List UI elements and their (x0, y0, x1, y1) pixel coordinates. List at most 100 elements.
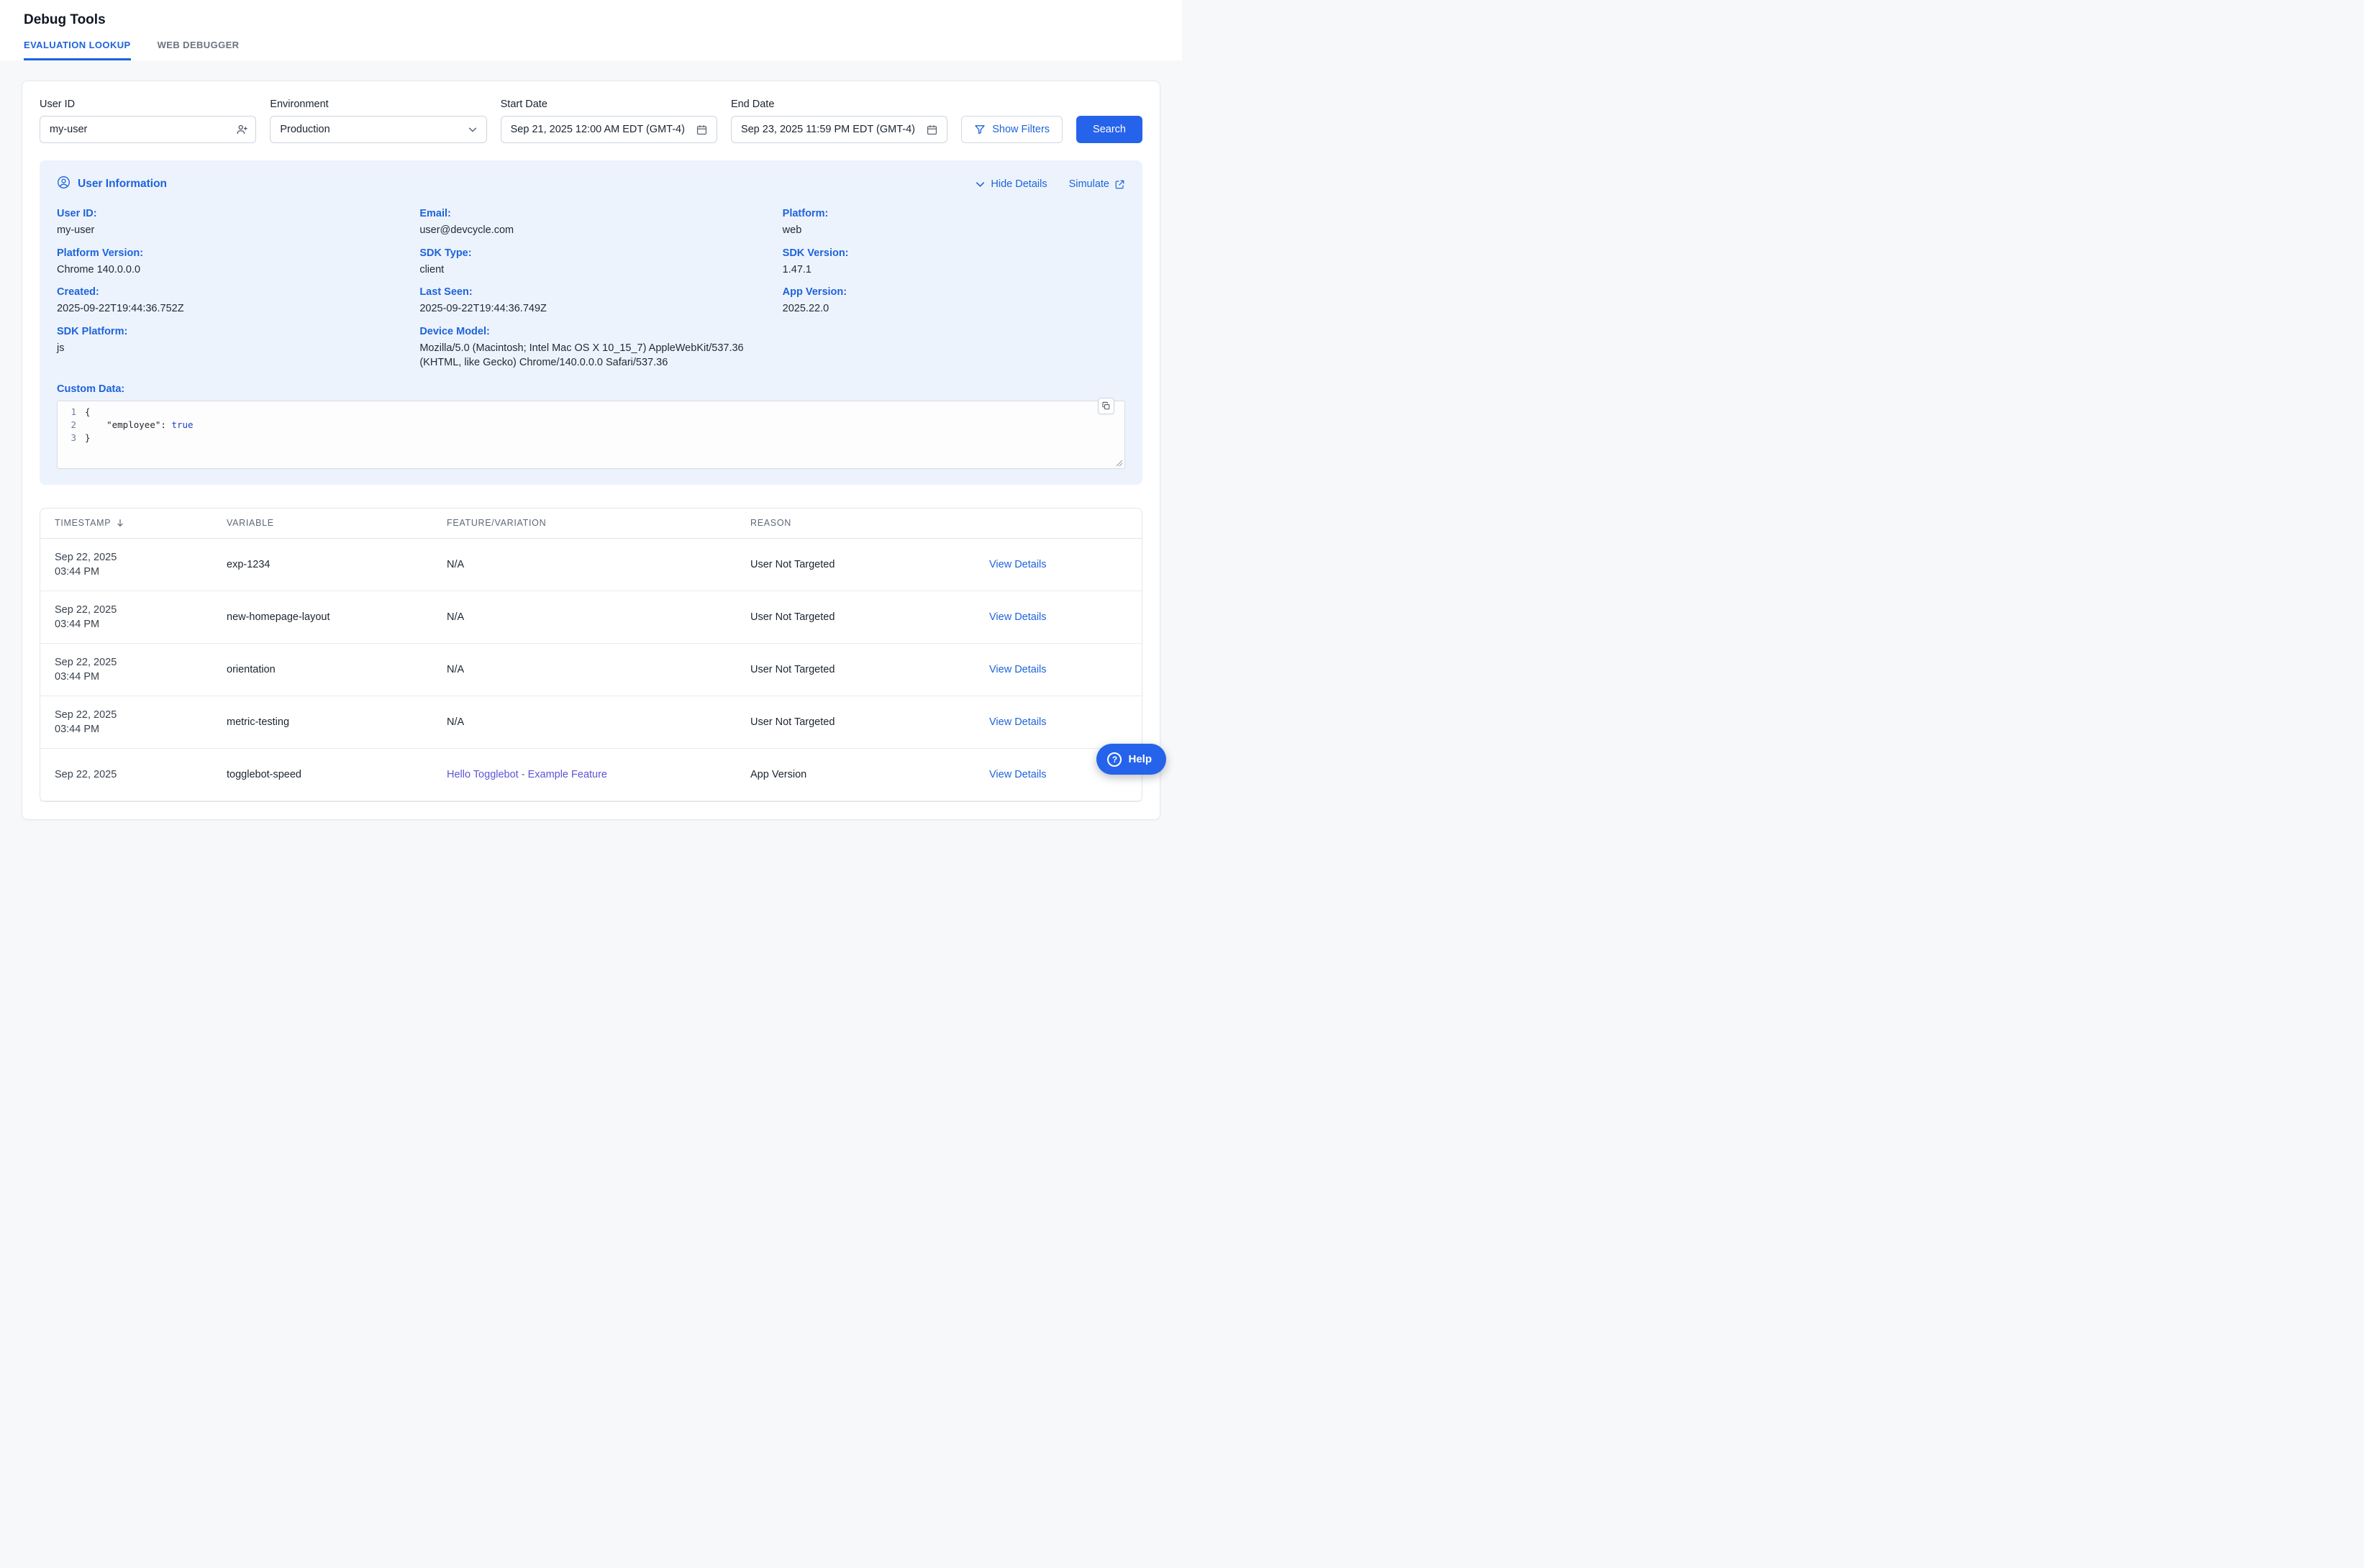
filter-row: User ID Environment Production (40, 99, 1142, 143)
end-date-input[interactable]: Sep 23, 2025 11:59 PM EDT (GMT-4) (731, 116, 947, 143)
feature-cell: N/A (447, 611, 750, 623)
table-row: Sep 22, 2025 03:44 PM new-homepage-layou… (40, 591, 1142, 644)
info-field-platform-version: Platform Version: Chrome 140.0.0.0 (57, 247, 399, 278)
actions-cell: View Details (989, 559, 1142, 570)
table-row: Sep 22, 2025 03:44 PM metric-testing N/A… (40, 696, 1142, 749)
environment-field: Environment Production (270, 99, 486, 143)
environment-label: Environment (270, 99, 486, 110)
variable-cell: metric-testing (227, 716, 447, 728)
user-information-title: User Information (57, 176, 167, 193)
simulate-button[interactable]: Simulate (1069, 178, 1125, 190)
user-circle-icon (57, 176, 71, 193)
view-details-link[interactable]: View Details (989, 769, 1047, 780)
timestamp-cell: Sep 22, 2025 03:44 PM (40, 550, 227, 579)
search-wrap: Search (1076, 116, 1142, 143)
external-link-icon (1114, 179, 1125, 190)
start-date-value: Sep 21, 2025 12:00 AM EDT (GMT-4) (511, 124, 685, 135)
variable-cell: new-homepage-layout (227, 611, 447, 623)
view-details-link[interactable]: View Details (989, 611, 1047, 623)
tab-evaluation-lookup[interactable]: EVALUATION LOOKUP (24, 40, 131, 60)
show-filters-label: Show Filters (992, 124, 1050, 135)
info-field-user-id: User ID: my-user (57, 208, 399, 238)
info-field-sdk-version: SDK Version: 1.47.1 (783, 247, 1125, 278)
table-row: Sep 22, 2025 03:44 PM orientation N/A Us… (40, 644, 1142, 696)
help-button[interactable]: ? Help (1096, 744, 1166, 775)
add-user-icon[interactable] (236, 124, 248, 136)
search-button[interactable]: Search (1076, 116, 1142, 143)
start-date-label: Start Date (501, 99, 717, 110)
info-field-app-version: App Version: 2025.22.0 (783, 286, 1125, 316)
info-field-last-seen: Last Seen: 2025-09-22T19:44:36.749Z (419, 286, 762, 316)
table-header: TIMESTAMP VARIABLE FEATURE/VARIATION REA… (40, 509, 1142, 539)
column-header-feature-variation: FEATURE/VARIATION (447, 518, 750, 528)
start-date-field: Start Date Sep 21, 2025 12:00 AM EDT (GM… (501, 99, 717, 143)
start-date-input[interactable]: Sep 21, 2025 12:00 AM EDT (GMT-4) (501, 116, 717, 143)
reason-cell: App Version (750, 769, 989, 780)
user-id-label: User ID (40, 99, 256, 110)
actions-cell: View Details (989, 716, 1142, 728)
tab-web-debugger[interactable]: WEB DEBUGGER (158, 40, 240, 60)
end-date-value: Sep 23, 2025 11:59 PM EDT (GMT-4) (741, 124, 915, 135)
tab-bar: EVALUATION LOOKUP WEB DEBUGGER (24, 40, 1158, 60)
custom-data-editor[interactable]: 1{ 2 "employee": true 3} (57, 401, 1125, 469)
end-date-label: End Date (731, 99, 947, 110)
copy-button[interactable] (1098, 398, 1114, 414)
user-id-input[interactable] (40, 116, 256, 143)
line-number: 3 (58, 432, 85, 445)
column-header-reason: REASON (750, 518, 989, 528)
show-filters-wrap: Show Filters (961, 116, 1063, 143)
app-header: Debug Tools EVALUATION LOOKUP WEB DEBUGG… (0, 0, 1182, 60)
timestamp-cell: Sep 22, 2025 (40, 767, 227, 782)
resize-handle[interactable] (1116, 460, 1123, 467)
reason-cell: User Not Targeted (750, 611, 989, 623)
view-details-link[interactable]: View Details (989, 559, 1047, 570)
hide-details-label: Hide Details (991, 178, 1047, 190)
info-field-created: Created: 2025-09-22T19:44:36.752Z (57, 286, 399, 316)
user-id-input-wrap (40, 116, 256, 143)
calendar-icon[interactable] (696, 124, 708, 136)
feature-link[interactable]: Hello Togglebot - Example Feature (447, 769, 607, 780)
actions-cell: View Details (989, 664, 1142, 675)
line-number: 2 (58, 419, 85, 432)
feature-cell: N/A (447, 559, 750, 570)
evaluation-lookup-card: User ID Environment Production (22, 81, 1160, 820)
reason-cell: User Not Targeted (750, 559, 989, 570)
page-title: Debug Tools (24, 12, 1158, 28)
table-row: Sep 22, 2025 03:44 PM exp-1234 N/A User … (40, 539, 1142, 591)
chevron-down-icon (975, 179, 986, 190)
variable-cell: exp-1234 (227, 559, 447, 570)
calendar-icon[interactable] (926, 124, 938, 136)
feature-cell: Hello Togglebot - Example Feature (447, 769, 750, 780)
filter-icon (974, 124, 986, 135)
evaluations-table: TIMESTAMP VARIABLE FEATURE/VARIATION REA… (40, 508, 1142, 802)
user-information-header: User Information Hide Details Simulate (57, 176, 1125, 193)
help-icon: ? (1107, 752, 1122, 767)
info-field-sdk-type: SDK Type: client (419, 247, 762, 278)
show-filters-button[interactable]: Show Filters (961, 116, 1063, 143)
code-line-3: 3} (58, 432, 1124, 445)
info-field-email: Email: user@devcycle.com (419, 208, 762, 238)
actions-cell: View Details (989, 611, 1142, 623)
timestamp-cell: Sep 22, 2025 03:44 PM (40, 708, 227, 737)
user-info-grid: User ID: my-user Email: user@devcycle.co… (57, 208, 1125, 370)
view-details-link[interactable]: View Details (989, 716, 1047, 728)
content: User ID Environment Production (0, 60, 1182, 820)
hide-details-button[interactable]: Hide Details (975, 178, 1047, 190)
feature-cell: N/A (447, 716, 750, 728)
view-details-link[interactable]: View Details (989, 664, 1047, 675)
user-information-panel: User Information Hide Details Simulate (40, 160, 1142, 485)
help-label: Help (1128, 753, 1152, 765)
custom-data-section: Custom Data: 1{ 2 "employee": true 3} (57, 383, 1125, 469)
column-header-timestamp[interactable]: TIMESTAMP (40, 518, 227, 528)
code-line-1: 1{ (58, 406, 1124, 419)
reason-cell: User Not Targeted (750, 664, 989, 675)
column-header-variable: VARIABLE (227, 518, 447, 528)
user-id-field: User ID (40, 99, 256, 143)
timestamp-cell: Sep 22, 2025 03:44 PM (40, 655, 227, 684)
environment-select[interactable]: Production (270, 116, 486, 143)
info-field-device-model: Device Model: Mozilla/5.0 (Macintosh; In… (419, 326, 762, 370)
timestamp-cell: Sep 22, 2025 03:44 PM (40, 603, 227, 632)
simulate-label: Simulate (1069, 178, 1109, 190)
feature-cell: N/A (447, 664, 750, 675)
variable-cell: togglebot-speed (227, 769, 447, 780)
